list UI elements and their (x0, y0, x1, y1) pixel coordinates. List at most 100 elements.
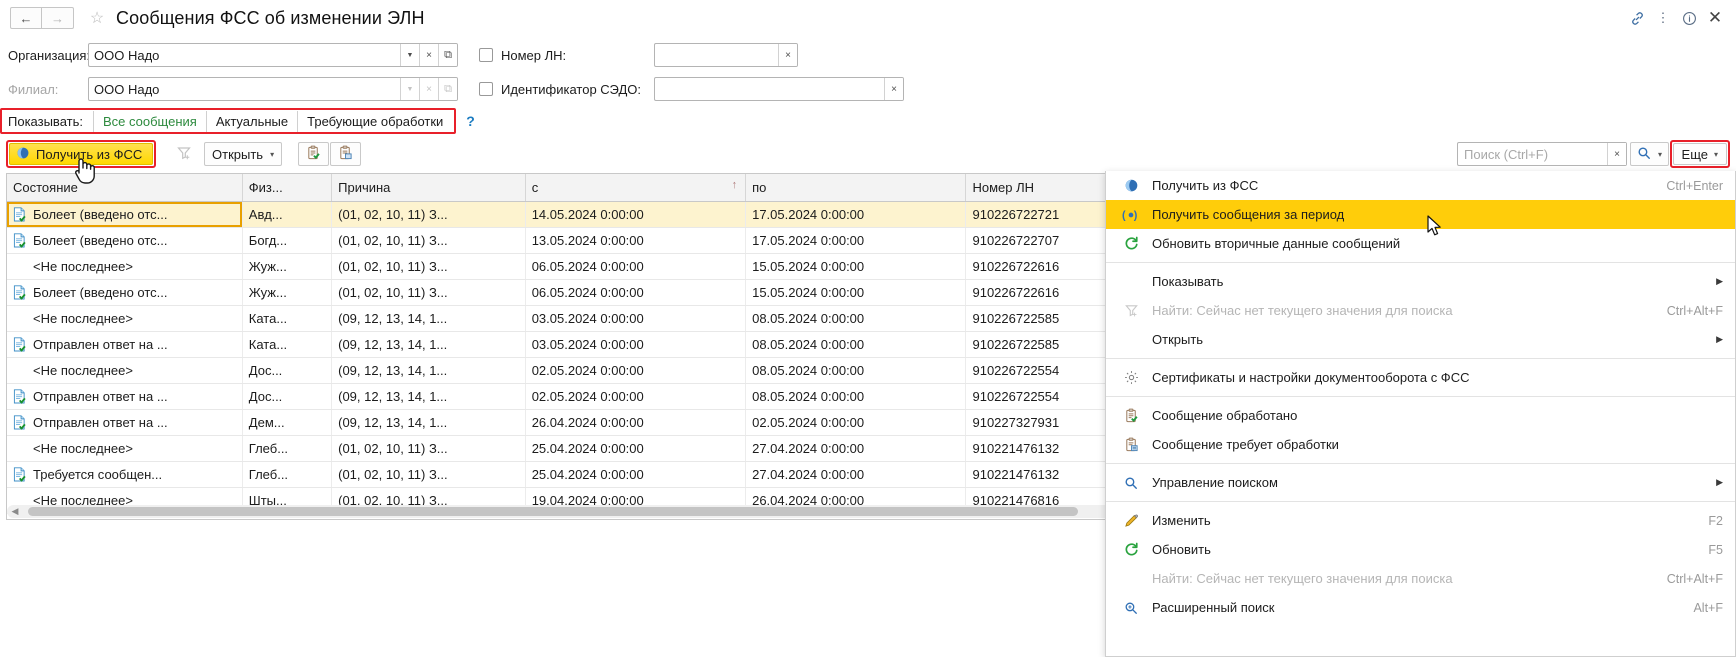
column-header-state[interactable]: Состояние (7, 174, 243, 202)
more-dropdown-menu[interactable]: Получить из ФСС Ctrl+Enter () Получить сооб… (1105, 171, 1736, 657)
ln-checkbox[interactable] (479, 48, 493, 62)
sort-ascending-icon: ↑ (731, 179, 738, 191)
close-icon: ✕ (1707, 8, 1723, 27)
branch-clear-icon[interactable]: × (419, 78, 438, 100)
organization-dropdown-icon[interactable]: ▼ (400, 44, 419, 66)
menu-item[interactable]: Изменить F2 (1106, 506, 1735, 535)
ln-field[interactable]: × (654, 43, 798, 67)
menu-item[interactable]: Сообщение обработано (1106, 401, 1735, 430)
more-chevron-down-icon: ▾ (1713, 149, 1718, 159)
branch-dropdown-icon[interactable]: ▼ (400, 78, 419, 100)
state-text: Отправлен ответ на ... (33, 388, 168, 404)
document-status-icon (13, 336, 26, 352)
cell-to: 17.05.2024 0:00:00 (745, 201, 967, 228)
more-button[interactable]: Еще ▾ (1672, 143, 1727, 165)
state-text: <Не последнее> (33, 310, 133, 326)
cell-from: 14.05.2024 0:00:00 (525, 201, 747, 228)
filter-find-icon (1120, 303, 1142, 318)
search-placeholder: Поиск (Ctrl+F) (1464, 146, 1549, 162)
forward-button[interactable]: → (42, 7, 74, 29)
scrollbar-thumb[interactable] (28, 507, 1078, 516)
organization-open-icon[interactable]: ⧉ (438, 44, 457, 66)
cell-from: 25.04.2024 0:00:00 (525, 461, 747, 488)
organization-clear-icon[interactable]: × (419, 44, 438, 66)
menu-item[interactable]: Управление поиском ▶ (1106, 468, 1735, 497)
ln-clear-icon[interactable]: × (778, 44, 797, 66)
column-header-from[interactable]: с ↑ (525, 174, 747, 202)
open-button[interactable]: Открыть ▾ (204, 142, 283, 166)
ln-checkbox-label: Номер ЛН: (501, 47, 567, 63)
cell-person: Ката... (242, 305, 333, 332)
ln-checkbox-group[interactable]: Номер ЛН: (479, 48, 654, 63)
scroll-left-icon[interactable]: ◀ (9, 506, 21, 517)
svg-text:(: ( (1122, 209, 1126, 221)
column-header-ln[interactable]: Номер ЛН (965, 174, 1116, 202)
favorite-button[interactable]: ☆ (87, 8, 107, 28)
column-header-reason[interactable]: Причина (331, 174, 526, 202)
menu-item[interactable]: Открыть ▶ (1106, 325, 1735, 354)
menu-item-shortcut: F2 (1708, 513, 1723, 528)
column-header-person[interactable]: Физ... (242, 174, 333, 202)
cell-state: Отправлен ответ на ... (7, 383, 243, 410)
message-requires-processing-button[interactable] (330, 142, 361, 166)
more-button-label: Еще (1681, 146, 1708, 162)
menu-item[interactable]: Сообщение требует обработки (1106, 430, 1735, 459)
branch-value: ООО Надо (94, 81, 160, 97)
document-status-icon (13, 259, 26, 274)
menu-item-label: Найти: Сейчас нет текущего значения для … (1152, 303, 1453, 318)
cell-reason: (09, 12, 13, 14, 1... (331, 383, 526, 410)
menu-separator (1106, 501, 1735, 502)
branch-open-icon[interactable]: ⧉ (438, 78, 457, 100)
search-chevron-down-icon: ▾ (1657, 149, 1662, 159)
state-text: Отправлен ответ на ... (33, 336, 168, 352)
menu-item-shortcut: Ctrl+Alt+F (1666, 571, 1723, 586)
organization-field[interactable]: ООО Надо ▼ × ⧉ (88, 43, 458, 67)
link-icon[interactable] (1624, 5, 1650, 31)
cell-ln: 910226722554 (965, 383, 1116, 410)
search-box[interactable]: Поиск (Ctrl+F) × (1457, 142, 1627, 166)
more-options-icon[interactable]: ⋮ (1650, 5, 1676, 31)
menu-item[interactable]: () Получить сообщения за период (1106, 200, 1735, 229)
sedo-field[interactable]: × (654, 77, 904, 101)
app-window: ← → ☆ Сообщения ФСС об изменении ЭЛН ⋮ ✕ (0, 0, 1736, 657)
search-clear-icon[interactable]: × (1607, 143, 1626, 165)
menu-item-label: Получить из ФСС (1152, 178, 1259, 193)
menu-item[interactable]: Получить из ФСС Ctrl+Enter (1106, 171, 1735, 200)
close-button[interactable]: ✕ (1702, 5, 1728, 31)
show-help-link[interactable]: ? (466, 113, 475, 129)
column-header-to[interactable]: по (745, 174, 967, 202)
cell-to: 15.05.2024 0:00:00 (745, 253, 967, 280)
menu-item[interactable]: Показывать ▶ (1106, 267, 1735, 296)
document-status-icon (13, 232, 26, 248)
organization-label: Организация: (8, 47, 91, 63)
filter-button[interactable] (168, 142, 200, 166)
submenu-arrow-icon: ▶ (1716, 276, 1723, 286)
show-filter-box: Показывать: Все сообщения Актуальные Тре… (0, 108, 457, 134)
help-icon[interactable] (1676, 5, 1702, 31)
state-text: Требуется сообщен... (33, 466, 163, 482)
menu-item-label: Найти: Сейчас нет текущего значения для … (1152, 571, 1453, 586)
show-tab-actual[interactable]: Актуальные (205, 110, 297, 132)
sedo-checkbox-group[interactable]: Идентификатор СЭДО: (479, 82, 654, 97)
show-tab-requiring[interactable]: Требующие обработки (297, 110, 452, 132)
back-button[interactable]: ← (10, 7, 42, 29)
search-input[interactable]: Поиск (Ctrl+F) (1458, 147, 1607, 162)
menu-item[interactable]: Обновить вторичные данные сообщений (1106, 229, 1735, 258)
menu-item[interactable]: Обновить F5 (1106, 535, 1735, 564)
svg-text:): ) (1134, 209, 1138, 221)
sedo-checkbox[interactable] (479, 82, 493, 96)
state-text: Болеет (введено отс... (33, 232, 168, 248)
branch-field[interactable]: ООО Надо ▼ × ⧉ (88, 77, 458, 101)
cell-to: 02.05.2024 0:00:00 (745, 409, 967, 436)
document-status-icon (13, 441, 26, 456)
sedo-checkbox-label: Идентификатор СЭДО: (501, 81, 641, 97)
message-processed-button[interactable] (298, 142, 329, 166)
show-tab-all[interactable]: Все сообщения (92, 110, 206, 132)
clipboard-check-icon (1120, 408, 1142, 423)
branch-row: Филиал: ООО Надо ▼ × ⧉ Идентификатор СЭД… (0, 74, 1736, 104)
menu-item-label: Расширенный поиск (1152, 600, 1275, 615)
sedo-clear-icon[interactable]: × (884, 78, 903, 100)
menu-item[interactable]: Сертификаты и настройки документооборота… (1106, 363, 1735, 392)
menu-item[interactable]: Расширенный поиск Alt+F (1106, 593, 1735, 622)
search-button[interactable]: ▾ (1629, 142, 1669, 166)
